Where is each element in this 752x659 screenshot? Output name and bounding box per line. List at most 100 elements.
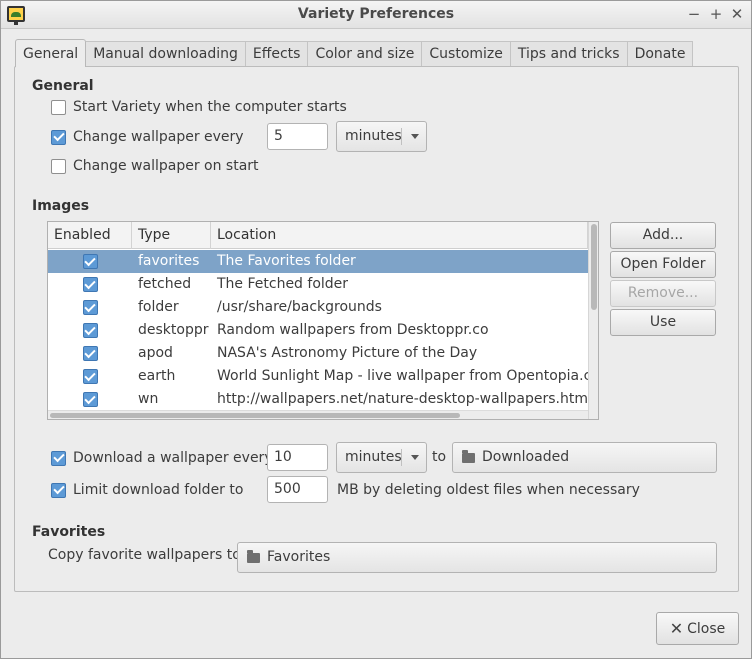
row-enabled-checkbox[interactable] bbox=[82, 254, 98, 269]
row-enabled-cell bbox=[48, 250, 132, 273]
row-type-cell: favorites bbox=[138, 253, 200, 269]
change-unit-value: minutes bbox=[345, 128, 402, 144]
download-folder-name: Downloaded bbox=[482, 449, 570, 465]
preferences-window: Variety Preferences − + ✕ General Manual… bbox=[0, 0, 752, 659]
row-enabled-cell bbox=[48, 273, 132, 296]
vertical-scrollbar[interactable] bbox=[588, 222, 598, 419]
tab-effects[interactable]: Effects bbox=[245, 41, 309, 67]
row-location-cell: http://wallpapers.net/nature-desktop-wal… bbox=[217, 391, 588, 407]
image-sources-table[interactable]: Enabled Type Location favorites The Favor… bbox=[47, 221, 599, 420]
row-location-cell: World Sunlight Map - live wallpaper from… bbox=[217, 368, 588, 384]
general-section-title: General bbox=[32, 78, 94, 94]
folder-icon bbox=[462, 449, 475, 463]
change-interval-input[interactable]: 5 bbox=[267, 123, 328, 150]
add-source-button[interactable]: Add... bbox=[610, 222, 716, 249]
row-enabled-cell bbox=[48, 319, 132, 342]
table-row[interactable]: wn http://wallpapers.net/nature-desktop-w… bbox=[48, 388, 588, 411]
tab-customize[interactable]: Customize bbox=[422, 41, 511, 67]
titlebar: Variety Preferences − + ✕ bbox=[1, 1, 751, 29]
limit-checkbox[interactable] bbox=[51, 482, 66, 498]
scrollbar-thumb[interactable] bbox=[50, 413, 460, 418]
table-row[interactable]: favorites The Favorites folder bbox=[48, 250, 588, 273]
row-type-cell: wn bbox=[138, 391, 159, 407]
change-on-start-checkbox[interactable] bbox=[51, 158, 66, 174]
combo-separator bbox=[401, 449, 402, 466]
close-button-label: Close bbox=[687, 620, 726, 637]
minimize-button[interactable]: − bbox=[686, 5, 702, 23]
tab-donate[interactable]: Donate bbox=[627, 41, 694, 67]
column-type[interactable]: Type bbox=[132, 222, 211, 249]
horizontal-scrollbar[interactable] bbox=[48, 410, 588, 419]
use-source-button[interactable]: Use bbox=[610, 309, 716, 336]
table-row[interactable]: fetched The Fetched folder bbox=[48, 273, 588, 296]
tab-general[interactable]: General bbox=[15, 39, 87, 67]
folder-icon bbox=[247, 549, 260, 563]
limit-suffix-label: MB by deleting oldest files when necessa… bbox=[337, 482, 640, 498]
row-type-cell: folder bbox=[138, 299, 179, 315]
download-unit-value: minutes bbox=[345, 449, 402, 465]
row-enabled-cell bbox=[48, 365, 132, 388]
favorites-copy-label: Copy favorite wallpapers to bbox=[48, 547, 241, 563]
change-every-checkbox[interactable] bbox=[51, 129, 66, 145]
limit-size-input[interactable]: 500 bbox=[267, 476, 328, 503]
images-section-title: Images bbox=[32, 198, 90, 214]
favorites-folder-chooser[interactable]: Favorites bbox=[237, 542, 717, 573]
table-row[interactable]: apod NASA's Astronomy Picture of the Day bbox=[48, 342, 588, 365]
table-body: favorites The Favorites folder fetched The … bbox=[48, 250, 588, 411]
change-on-start-label: Change wallpaper on start bbox=[73, 158, 259, 174]
tab-manual-downloading[interactable]: Manual downloading bbox=[86, 41, 246, 67]
favorites-section-title: Favorites bbox=[32, 524, 106, 540]
table-header: Enabled Type Location bbox=[48, 222, 588, 249]
row-enabled-checkbox[interactable] bbox=[82, 346, 98, 361]
row-location-cell: /usr/share/backgrounds bbox=[217, 299, 382, 315]
maximize-button[interactable]: + bbox=[708, 5, 724, 23]
download-folder-chooser[interactable]: Downloaded bbox=[452, 442, 717, 473]
table-row[interactable]: earth World Sunlight Map - live wallpaper… bbox=[48, 365, 588, 388]
start-on-boot-checkbox[interactable] bbox=[51, 99, 66, 115]
close-icon: ✕ bbox=[669, 619, 684, 638]
limit-label: Limit download folder to bbox=[73, 482, 244, 498]
download-unit-select[interactable]: minutes bbox=[336, 442, 427, 473]
favorites-folder-name: Favorites bbox=[267, 549, 331, 565]
row-type-cell: earth bbox=[138, 368, 176, 384]
row-location-cell: Random wallpapers from Desktoppr.co bbox=[217, 322, 489, 338]
row-enabled-checkbox[interactable] bbox=[82, 277, 98, 292]
change-on-start-row[interactable]: Change wallpaper on start bbox=[51, 156, 259, 176]
tab-color-and-size[interactable]: Color and size bbox=[308, 41, 423, 67]
row-type-cell: apod bbox=[138, 345, 173, 361]
table-row[interactable]: desktoppr Random wallpapers from Desktopp… bbox=[48, 319, 588, 342]
column-enabled[interactable]: Enabled bbox=[48, 222, 132, 249]
tab-tips-and-tricks[interactable]: Tips and tricks bbox=[510, 41, 628, 67]
download-label: Download a wallpaper every bbox=[73, 450, 273, 466]
close-button[interactable]: ✕ Close bbox=[656, 612, 739, 645]
row-location-cell: NASA's Astronomy Picture of the Day bbox=[217, 345, 478, 361]
change-every-row[interactable]: Change wallpaper every bbox=[51, 127, 244, 147]
chevron-down-icon bbox=[411, 134, 419, 139]
start-on-boot-label: Start Variety when the computer starts bbox=[73, 99, 347, 115]
chevron-down-icon bbox=[411, 455, 419, 460]
limit-row[interactable]: Limit download folder to bbox=[51, 480, 243, 500]
row-enabled-cell bbox=[48, 388, 132, 411]
row-location-cell: The Favorites folder bbox=[217, 253, 356, 269]
change-unit-select[interactable]: minutes bbox=[336, 121, 427, 152]
download-interval-input[interactable]: 10 bbox=[267, 444, 328, 471]
table-row[interactable]: folder/usr/share/backgrounds bbox=[48, 296, 588, 319]
row-type-cell: desktoppr bbox=[138, 322, 209, 338]
row-enabled-checkbox[interactable] bbox=[82, 392, 98, 407]
row-enabled-cell bbox=[48, 342, 132, 365]
row-enabled-checkbox[interactable] bbox=[82, 323, 98, 338]
row-enabled-checkbox[interactable] bbox=[82, 369, 98, 384]
tab-bar: General Manual downloading Effects Color… bbox=[15, 39, 694, 67]
close-window-button[interactable]: ✕ bbox=[729, 5, 745, 23]
remove-source-button[interactable]: Remove... bbox=[610, 280, 716, 307]
window-title: Variety Preferences bbox=[297, 6, 455, 22]
start-on-boot-row[interactable]: Start Variety when the computer starts bbox=[51, 97, 347, 117]
scrollbar-thumb[interactable] bbox=[591, 224, 597, 310]
download-row[interactable]: Download a wallpaper every bbox=[51, 448, 273, 468]
open-folder-button[interactable]: Open Folder bbox=[610, 251, 716, 278]
column-location[interactable]: Location bbox=[211, 222, 588, 249]
download-checkbox[interactable] bbox=[51, 450, 66, 466]
download-to-label: to bbox=[432, 449, 447, 465]
row-enabled-checkbox[interactable] bbox=[82, 300, 98, 315]
row-enabled-cell bbox=[48, 296, 132, 319]
